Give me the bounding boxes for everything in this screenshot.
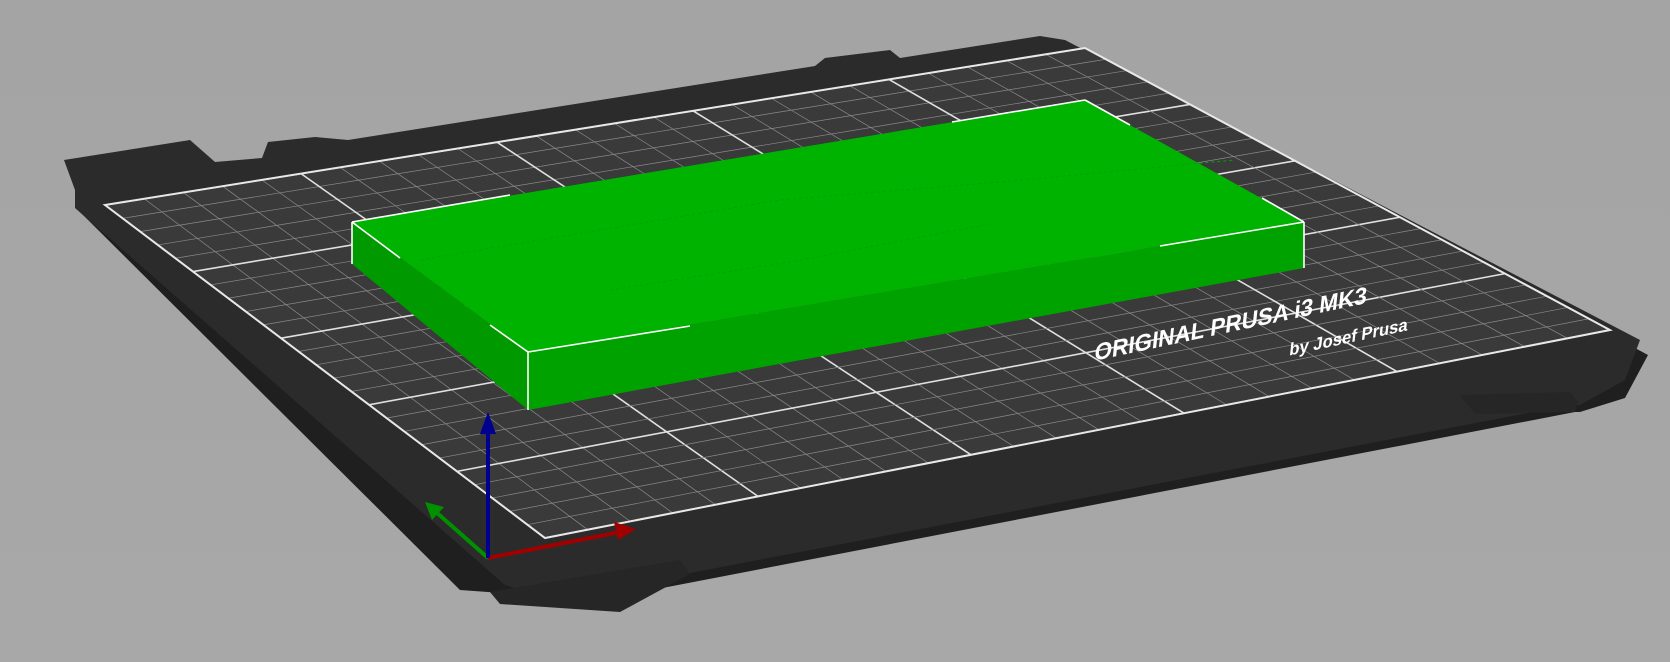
- bed-mount-tab: [1460, 392, 1578, 414]
- scene-canvas[interactable]: ORIGINAL PRUSA i3 MK3 by Josef Prusa: [0, 0, 1670, 662]
- 3d-viewport[interactable]: ORIGINAL PRUSA i3 MK3 by Josef Prusa: [0, 0, 1670, 662]
